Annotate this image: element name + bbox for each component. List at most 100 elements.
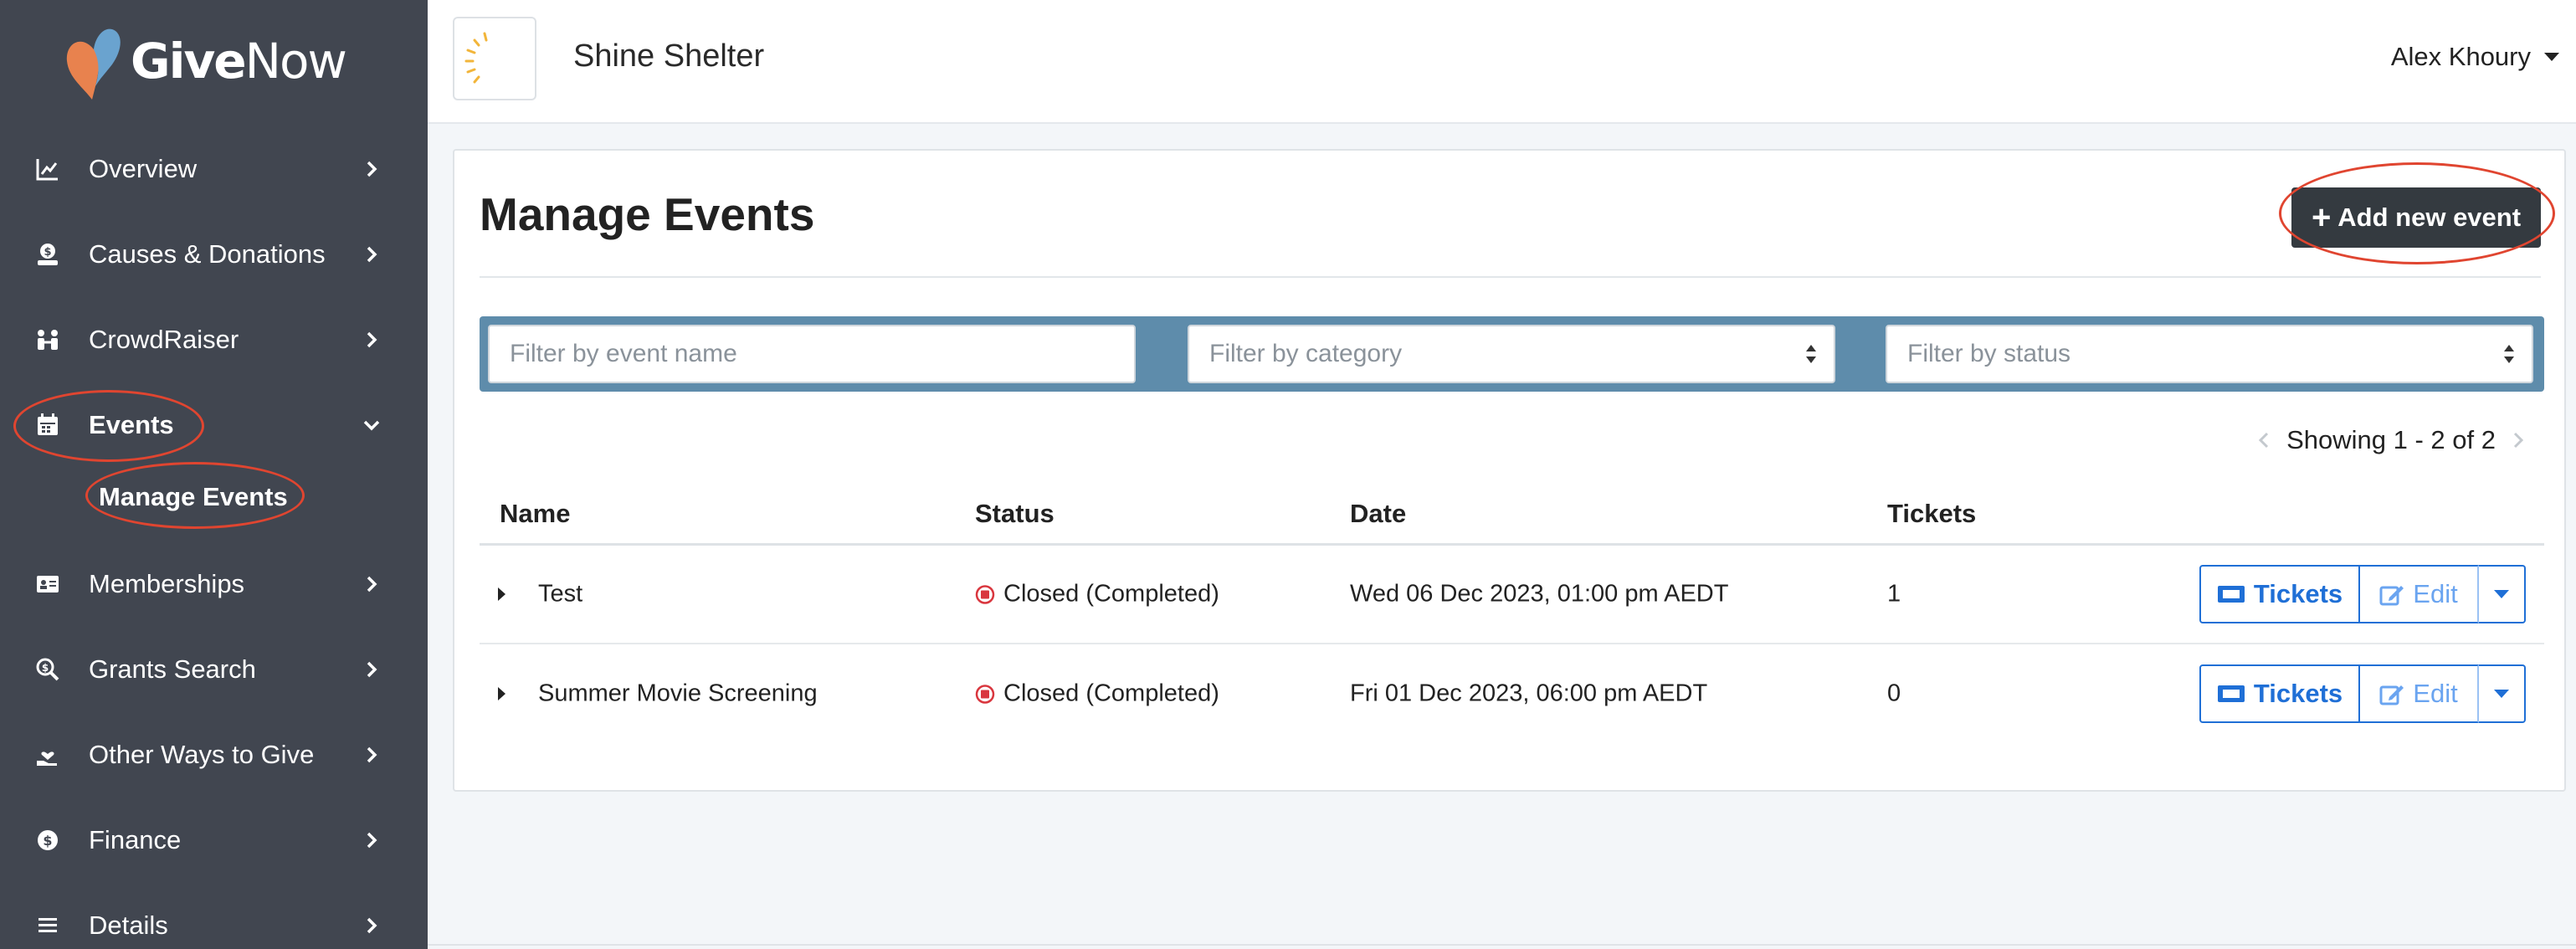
sidebar-item-label: Causes & Donations xyxy=(89,239,326,269)
event-tickets-count: 0 xyxy=(1887,680,1901,707)
category-filter-select[interactable]: Filter by category xyxy=(1188,325,1835,383)
caret-down-icon xyxy=(2494,690,2509,698)
sidebar-item-overview[interactable]: Overview xyxy=(0,136,428,203)
sidebar-subitem-manage-events[interactable]: Manage Events xyxy=(99,482,288,512)
sidebar-item-other-ways-to-give[interactable]: Other Ways to Give xyxy=(0,721,428,788)
org-name: Shine Shelter xyxy=(573,38,765,74)
coin-icon: $ xyxy=(33,826,62,854)
tickets-button-label: Tickets xyxy=(2253,579,2343,608)
chart-line-icon xyxy=(33,155,62,183)
sidebar-item-label: Details xyxy=(89,911,168,940)
event-name-filter-wrapper xyxy=(488,325,1136,383)
list-icon xyxy=(33,911,62,940)
org-logo xyxy=(453,17,536,100)
user-menu[interactable]: Alex Khoury xyxy=(2391,42,2559,72)
ticket-icon xyxy=(2217,586,2245,603)
pagination-text: Showing 1 - 2 of 2 xyxy=(2286,425,2496,454)
donation-icon: $ xyxy=(33,240,62,269)
edit-button-label: Edit xyxy=(2413,679,2458,708)
table-header: Name Status Date Tickets xyxy=(480,480,2544,546)
tickets-button[interactable]: Tickets xyxy=(2199,565,2360,623)
table-row: Summer Movie Screening Closed (Completed… xyxy=(480,644,2544,743)
row-actions-dropdown[interactable] xyxy=(2479,565,2526,623)
sidebar-item-label: Events xyxy=(89,410,174,439)
column-header-name[interactable]: Name xyxy=(500,499,570,529)
givenow-logo[interactable]: GiveNow xyxy=(65,15,347,107)
pagination: Showing 1 - 2 of 2 xyxy=(2241,425,2541,455)
chevron-down-icon xyxy=(363,420,380,431)
sidebar-item-label: CrowdRaiser xyxy=(89,325,239,354)
sidebar-item-label: Finance xyxy=(89,825,182,854)
sidebar-item-details[interactable]: Details xyxy=(0,892,428,949)
sidebar-item-label: Grants Search xyxy=(89,654,256,684)
select-arrows-icon xyxy=(1806,345,1816,363)
caret-down-icon xyxy=(2494,590,2509,598)
chevron-right-icon xyxy=(367,331,377,348)
closed-status-icon xyxy=(975,584,995,604)
event-name: Test xyxy=(538,580,583,608)
chevron-right-icon xyxy=(367,246,377,263)
column-header-date[interactable]: Date xyxy=(1350,499,1406,529)
row-action-group: Tickets Edit xyxy=(2199,565,2526,623)
event-status-text: Closed (Completed) xyxy=(1003,580,1219,608)
sidebar-item-memberships[interactable]: Memberships xyxy=(0,551,428,618)
select-arrows-icon xyxy=(2504,345,2514,363)
chevron-right-icon xyxy=(367,832,377,849)
chevron-left-icon[interactable] xyxy=(2255,431,2273,449)
row-expand-icon[interactable] xyxy=(498,687,505,700)
edit-icon xyxy=(2379,586,2404,606)
event-status: Closed (Completed) xyxy=(975,581,1219,608)
add-new-event-button[interactable]: + Add new event xyxy=(2291,187,2541,248)
edit-button[interactable]: Edit xyxy=(2360,664,2479,723)
sidebar-item-grants-search[interactable]: $ Grants Search xyxy=(0,636,428,703)
crowd-icon xyxy=(33,326,62,354)
event-date: Wed 06 Dec 2023, 01:00 pm AEDT xyxy=(1350,580,1729,608)
tickets-button-label: Tickets xyxy=(2253,679,2343,708)
top-header: Shine Shelter Alex Khoury xyxy=(428,0,2576,124)
svg-text:$: $ xyxy=(44,246,51,259)
logo-text: GiveNow xyxy=(131,33,347,90)
page-title: Manage Events xyxy=(480,188,815,240)
edit-icon xyxy=(2379,685,2404,705)
user-name: Alex Khoury xyxy=(2390,42,2531,71)
event-name-filter-input[interactable] xyxy=(510,340,1134,368)
sun-logo-icon xyxy=(464,32,503,84)
event-status: Closed (Completed) xyxy=(975,680,1219,708)
event-tickets-count: 1 xyxy=(1887,580,1901,608)
chevron-right-icon xyxy=(367,746,377,763)
tickets-button[interactable]: Tickets xyxy=(2199,664,2360,723)
chevron-right-icon xyxy=(367,576,377,592)
events-table: Name Status Date Tickets Test Closed (Co… xyxy=(480,480,2544,743)
sidebar: GiveNow Overview $ Causes & Donations Cr… xyxy=(0,0,428,949)
category-filter-placeholder: Filter by category xyxy=(1209,340,1403,367)
status-filter-select[interactable]: Filter by status xyxy=(1886,325,2533,383)
heart-logo-icon xyxy=(66,28,121,100)
closed-status-icon xyxy=(975,684,995,704)
svg-text:$: $ xyxy=(43,833,52,849)
chevron-right-icon xyxy=(367,661,377,678)
sidebar-item-label: Memberships xyxy=(89,569,245,598)
chevron-right-icon xyxy=(367,161,377,177)
svg-text:$: $ xyxy=(42,662,49,674)
hand-heart-icon xyxy=(33,741,62,769)
edit-button-label: Edit xyxy=(2413,579,2458,608)
sidebar-item-label: Overview xyxy=(89,154,198,183)
column-header-status[interactable]: Status xyxy=(975,499,1055,529)
row-expand-icon[interactable] xyxy=(498,587,505,601)
sidebar-item-label: Other Ways to Give xyxy=(89,740,315,769)
ticket-icon xyxy=(2217,685,2245,702)
id-card-icon xyxy=(33,570,62,598)
chevron-right-icon[interactable] xyxy=(2509,431,2527,449)
footer-divider xyxy=(428,944,2576,946)
column-header-tickets[interactable]: Tickets xyxy=(1887,499,1976,529)
sidebar-item-crowdraiser[interactable]: CrowdRaiser xyxy=(0,306,428,373)
event-date: Fri 01 Dec 2023, 06:00 pm AEDT xyxy=(1350,680,1708,707)
row-actions-dropdown[interactable] xyxy=(2479,664,2526,723)
status-filter-placeholder: Filter by status xyxy=(1907,340,2071,367)
sidebar-item-events[interactable]: Events xyxy=(0,392,428,459)
sidebar-item-finance[interactable]: $ Finance xyxy=(0,807,428,874)
event-status-text: Closed (Completed) xyxy=(1003,680,1219,707)
edit-button[interactable]: Edit xyxy=(2360,565,2479,623)
row-action-group: Tickets Edit xyxy=(2199,664,2526,723)
sidebar-item-causes-donations[interactable]: $ Causes & Donations xyxy=(0,221,428,288)
